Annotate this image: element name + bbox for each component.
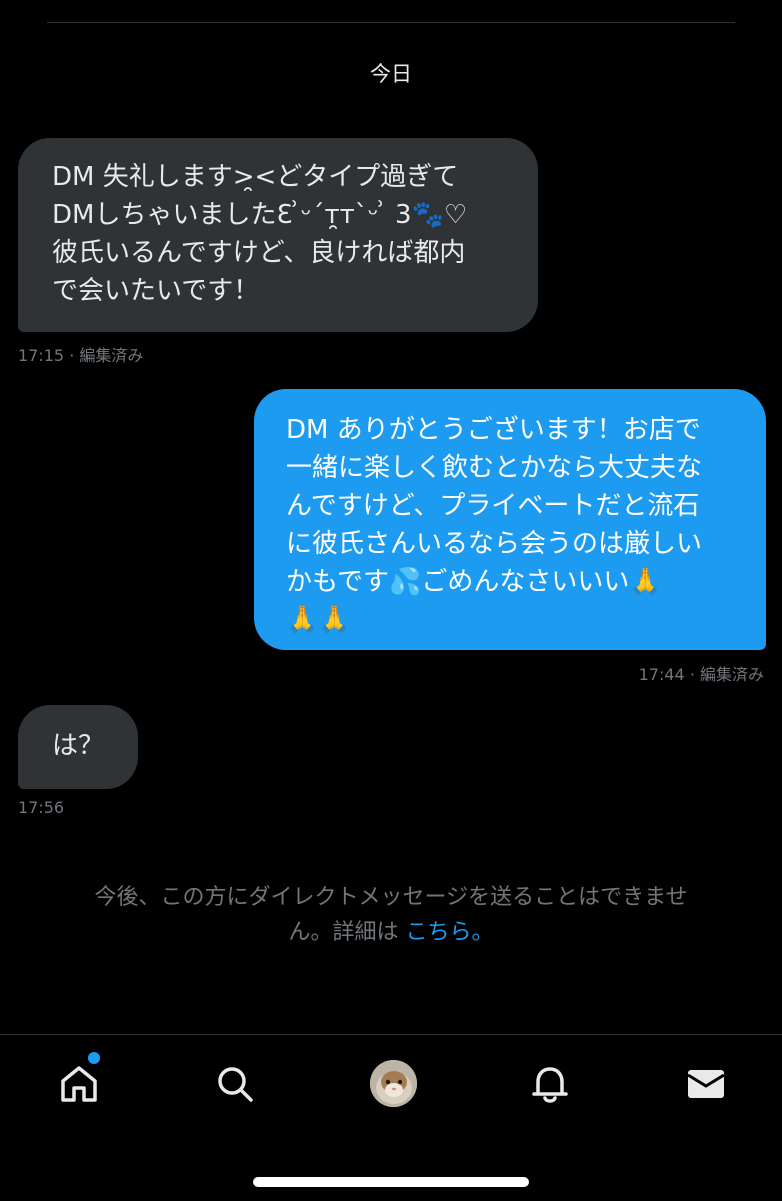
top-divider (47, 22, 735, 23)
outgoing-message[interactable]: DM ありがとうございます！お店で 一緒に楽しく飲むとかなら大丈夫な んですけど… (254, 389, 766, 650)
dm-restricted-notice: 今後、この方にダイレクトメッセージを送ることはできませ ん。詳細は こちら。 (30, 880, 752, 950)
message-line: は？ (52, 731, 105, 761)
message-timestamp: 17:56 (18, 798, 65, 817)
date-separator: 今日 (370, 62, 412, 86)
home-icon (61, 1066, 97, 1102)
mail-icon (687, 1070, 725, 1098)
message-line: DMしちゃいましたƐ ͗ᵕ´т̯т`ᵕ ͗ 3🐾♡ (52, 200, 468, 230)
message-line: DM ありがとうございます！お店で (286, 415, 701, 445)
message-line: に彼氏さんいるなら会うのは厳しい (286, 529, 703, 559)
incoming-message[interactable]: は？ (18, 705, 138, 789)
hamster-avatar-image (370, 1060, 417, 1107)
bottom-tab-bar (0, 1034, 782, 1201)
message-line: で会いたいです！ (52, 276, 260, 306)
message-line: 🙏🙏 (286, 605, 351, 635)
home-indicator[interactable] (253, 1177, 529, 1187)
notice-text: ん。詳細は (288, 920, 406, 945)
message-line: DM 失礼します>̯<どタイプ過ぎて (52, 162, 459, 192)
notification-dot (88, 1052, 100, 1064)
details-link[interactable]: こちら。 (405, 920, 493, 945)
message-line: んですけど、プライベートだと流石 (286, 491, 700, 521)
message-line: 一緒に楽しく飲むとかなら大丈夫な (286, 453, 703, 483)
bell-icon (532, 1067, 568, 1103)
notice-line: 今後、この方にダイレクトメッセージを送ることはできませ (94, 885, 688, 910)
avatar[interactable] (370, 1060, 417, 1107)
message-timestamp: 17:15 · 編集済み (18, 346, 144, 365)
message-timestamp: 17:44 · 編集済み (638, 665, 764, 684)
tab-notifications[interactable] (524, 1058, 576, 1110)
search-icon (218, 1067, 253, 1102)
message-line: かもです💦ごめんなさいいい🙏 (286, 567, 662, 597)
tab-search[interactable] (209, 1058, 261, 1110)
notice-line: ん。詳細は こちら。 (30, 915, 752, 950)
tab-home[interactable] (53, 1058, 105, 1110)
tab-messages[interactable] (680, 1058, 732, 1110)
message-line: 彼氏いるんですけど、良ければ都内 (52, 238, 466, 268)
incoming-message[interactable]: DM 失礼します>̯<どタイプ過ぎて DMしちゃいましたƐ ͗ᵕ´т̯т`ᵕ ͗… (18, 138, 538, 332)
